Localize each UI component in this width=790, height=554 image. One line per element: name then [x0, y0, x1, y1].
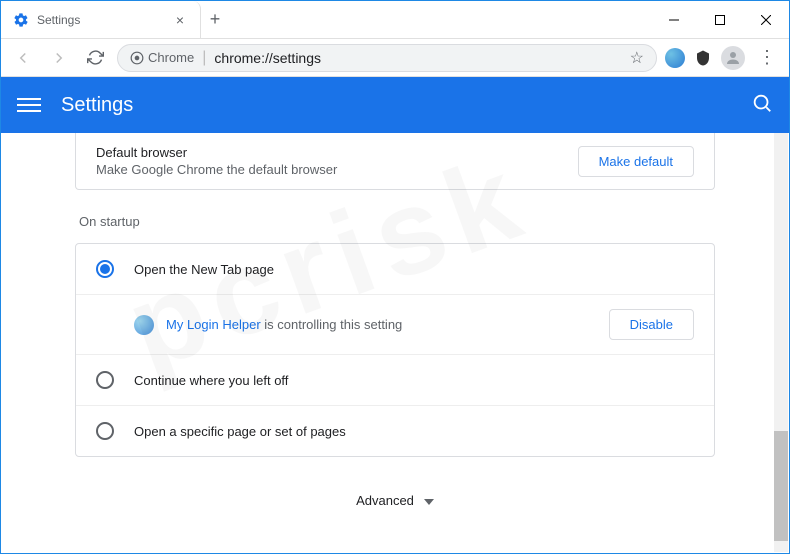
settings-header: Settings — [1, 77, 789, 133]
chevron-down-icon — [424, 493, 434, 508]
radio-label: Open a specific page or set of pages — [134, 424, 346, 439]
new-tab-button[interactable]: + — [201, 1, 229, 38]
controlled-text: My Login Helper is controlling this sett… — [166, 317, 402, 332]
default-browser-text: Default browser Make Google Chrome the d… — [96, 145, 337, 177]
back-button[interactable] — [9, 44, 37, 72]
browser-tab[interactable]: Settings × — [1, 1, 201, 38]
url-text: chrome://settings — [214, 50, 321, 66]
omnibox-separator: | — [202, 49, 206, 67]
settings-content: pcrisk Default browser Make Google Chrom… — [1, 133, 789, 553]
chrome-page-icon: Chrome — [130, 50, 194, 65]
bookmark-star-icon[interactable]: ☆ — [630, 48, 644, 68]
advanced-label: Advanced — [356, 493, 414, 508]
tab-title: Settings — [37, 13, 164, 27]
search-icon[interactable] — [751, 92, 773, 119]
startup-option-new-tab[interactable]: Open the New Tab page — [76, 244, 714, 295]
profile-avatar[interactable] — [721, 46, 745, 70]
startup-option-specific[interactable]: Open a specific page or set of pages — [76, 406, 714, 456]
startup-card: Open the New Tab page My Login Helper is… — [75, 243, 715, 457]
close-window-button[interactable] — [743, 1, 789, 38]
omnibox[interactable]: Chrome | chrome://settings ☆ — [117, 44, 657, 72]
extension-name-link[interactable]: My Login Helper — [166, 317, 261, 332]
gear-icon — [13, 12, 29, 28]
radio-label: Open the New Tab page — [134, 262, 274, 277]
controlled-suffix: is controlling this setting — [261, 317, 403, 332]
default-browser-subtitle: Make Google Chrome the default browser — [96, 162, 337, 177]
extension-badge-icon — [134, 315, 154, 335]
advanced-toggle[interactable]: Advanced — [17, 493, 773, 508]
minimize-button[interactable] — [651, 1, 697, 38]
address-bar: Chrome | chrome://settings ☆ ⋮ — [1, 39, 789, 77]
forward-button[interactable] — [45, 44, 73, 72]
radio-unchecked-icon[interactable] — [96, 422, 114, 440]
hamburger-menu-icon[interactable] — [17, 93, 41, 117]
radio-label: Continue where you left off — [134, 373, 288, 388]
radio-checked-icon[interactable] — [96, 260, 114, 278]
extension-icon-2[interactable] — [693, 48, 713, 68]
startup-option-continue[interactable]: Continue where you left off — [76, 355, 714, 406]
disable-extension-button[interactable]: Disable — [609, 309, 694, 340]
chrome-label: Chrome — [148, 50, 194, 65]
extension-icon-1[interactable] — [665, 48, 685, 68]
default-browser-card: Default browser Make Google Chrome the d… — [75, 133, 715, 190]
default-browser-title: Default browser — [96, 145, 337, 160]
make-default-button[interactable]: Make default — [578, 146, 694, 177]
chrome-menu-button[interactable]: ⋮ — [753, 47, 781, 68]
window-controls — [651, 1, 789, 38]
radio-unchecked-icon[interactable] — [96, 371, 114, 389]
extension-controlled-notice: My Login Helper is controlling this sett… — [76, 295, 714, 355]
scrollbar-thumb[interactable] — [774, 431, 788, 541]
close-tab-icon[interactable]: × — [172, 12, 188, 28]
maximize-button[interactable] — [697, 1, 743, 38]
on-startup-label: On startup — [75, 214, 715, 229]
page-title: Settings — [61, 94, 133, 117]
reload-button[interactable] — [81, 44, 109, 72]
window-titlebar: Settings × + — [1, 1, 789, 39]
